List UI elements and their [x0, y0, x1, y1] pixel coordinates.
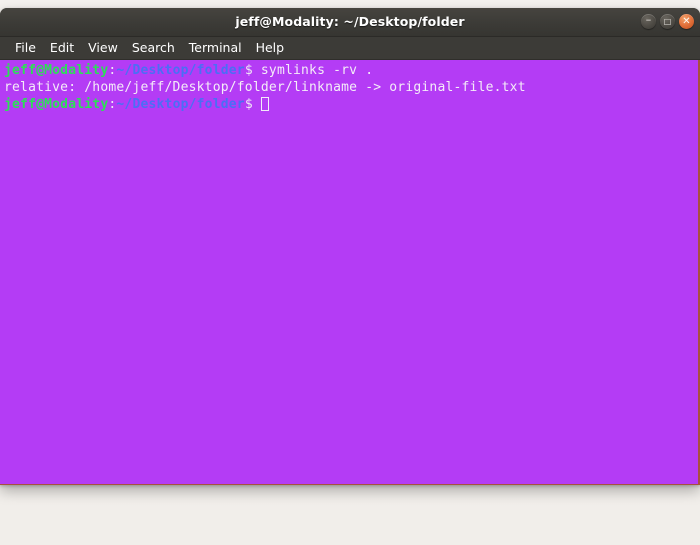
terminal-output-area[interactable]: jeff@Modality:~/Desktop/folder$ symlinks…: [0, 60, 700, 485]
menu-bar: File Edit View Search Terminal Help: [0, 37, 700, 60]
prompt-dollar: $: [244, 63, 261, 78]
menu-terminal[interactable]: Terminal: [182, 37, 249, 59]
close-icon: ✕: [682, 15, 691, 27]
terminal-prompt-line: jeff@Modality:~/Desktop/folder$ symlinks…: [4, 62, 698, 79]
maximize-icon: □: [663, 16, 672, 26]
close-button[interactable]: ✕: [679, 14, 694, 29]
terminal-cursor: [260, 97, 269, 111]
menu-help[interactable]: Help: [249, 37, 292, 59]
window-title: jeff@Modality: ~/Desktop/folder: [235, 14, 465, 29]
terminal-output-line: relative: /home/jeff/Desktop/folder/link…: [4, 79, 698, 96]
terminal-command-text: symlinks -rv .: [260, 63, 374, 78]
prompt-dollar: $: [244, 97, 261, 112]
minimize-button[interactable]: –: [641, 14, 656, 29]
menu-file[interactable]: File: [8, 37, 43, 59]
prompt-path: ~/Desktop/folder: [116, 63, 245, 78]
prompt-user-host: jeff@Modality: [4, 97, 109, 112]
window-titlebar[interactable]: jeff@Modality: ~/Desktop/folder – □ ✕: [0, 8, 700, 37]
desktop-background: jeff@Modality: ~/Desktop/folder – □ ✕ Fi…: [0, 0, 700, 545]
prompt-user-host: jeff@Modality: [4, 63, 109, 78]
window-bottom-edge: [0, 484, 700, 485]
menu-search[interactable]: Search: [125, 37, 182, 59]
maximize-button[interactable]: □: [660, 14, 675, 29]
window-controls: – □ ✕: [641, 14, 694, 29]
terminal-window: jeff@Modality: ~/Desktop/folder – □ ✕ Fi…: [0, 8, 700, 485]
terminal-output-text: relative: /home/jeff/Desktop/folder/link…: [4, 80, 526, 95]
menu-view[interactable]: View: [81, 37, 125, 59]
menu-edit[interactable]: Edit: [43, 37, 81, 59]
terminal-prompt-line: jeff@Modality:~/Desktop/folder$: [4, 96, 698, 113]
minimize-icon: –: [645, 13, 652, 26]
prompt-path: ~/Desktop/folder: [116, 97, 245, 112]
